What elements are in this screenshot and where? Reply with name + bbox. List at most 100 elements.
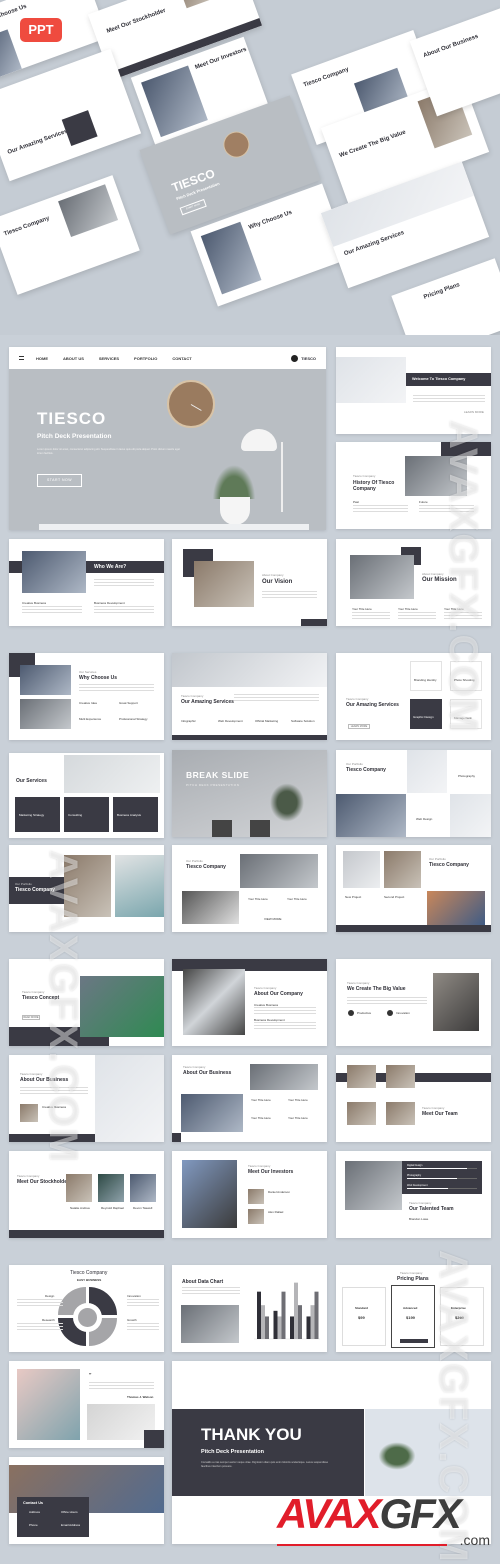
collage-preview: Why Choose Us Meet Our Stockholder Our A… bbox=[0, 0, 500, 335]
col-title: Your Title Here bbox=[287, 897, 307, 901]
nav-about[interactable]: ABOUT US bbox=[63, 356, 84, 361]
person-photo bbox=[248, 1209, 264, 1224]
slide-kicker: About Company bbox=[262, 573, 284, 577]
slide-photo bbox=[194, 561, 254, 607]
why-choose-slide: Our Services Why Choose Us Creative Idea… bbox=[9, 653, 164, 740]
service-card: Branding Identity bbox=[410, 661, 442, 691]
slide-kicker: Tiesco Company bbox=[346, 697, 369, 701]
plan-name: Advanced bbox=[403, 1306, 418, 1310]
hero-body: Lorem ipsum dolor sit amet, consectetur … bbox=[37, 448, 180, 455]
vision-slide: About Company Our Vision bbox=[172, 539, 327, 626]
bottom-bar bbox=[172, 735, 327, 740]
body-text bbox=[352, 612, 390, 620]
service-title: Software Solution bbox=[291, 719, 315, 723]
slide-photo bbox=[17, 1369, 80, 1440]
watermark-logo: AVAXGFX .com bbox=[277, 1490, 492, 1548]
brand-logo: TIESCO bbox=[291, 354, 316, 362]
slide-title: Our Services bbox=[16, 778, 47, 784]
col-title: Past bbox=[353, 500, 360, 504]
slide-title: Tiesco Company bbox=[3, 215, 51, 238]
slide-title: Our Talented Team bbox=[409, 1206, 454, 1212]
clock-icon bbox=[219, 127, 254, 162]
contact-address: Address bbox=[29, 1510, 41, 1514]
stockholder-slide: Tiesco Company Meet Our Stockholder Nata… bbox=[9, 1151, 164, 1238]
body-text bbox=[347, 997, 427, 1005]
nav-services[interactable]: SERVICES bbox=[99, 356, 119, 361]
nav-contact[interactable]: CONTACT bbox=[172, 356, 191, 361]
body-text bbox=[79, 684, 154, 692]
slide-photo bbox=[182, 1160, 237, 1228]
slide-photo bbox=[95, 1055, 164, 1142]
slide-title: About Our Company bbox=[254, 991, 303, 997]
lamp-pole bbox=[281, 442, 283, 512]
slide-photo bbox=[177, 0, 215, 9]
slide-title: Tiesco Company bbox=[302, 66, 350, 89]
view-more-link[interactable]: VIEW MORE bbox=[264, 917, 282, 921]
bar-2-2 bbox=[277, 1316, 282, 1339]
slide-kicker: Tiesco Company bbox=[183, 1065, 206, 1069]
slide-kicker: Tiesco Company bbox=[254, 986, 277, 990]
skill-label: Photography bbox=[407, 1174, 422, 1177]
slide-kicker: Tiesco Company bbox=[353, 474, 376, 478]
learn-more-button[interactable]: LEARN MORE bbox=[348, 724, 370, 729]
talent-slide: Digital Design Photography Web Development… bbox=[336, 1151, 491, 1238]
slide-title: We Create The Big Value bbox=[347, 986, 406, 992]
check-icon bbox=[387, 1010, 393, 1016]
slide-photo bbox=[433, 973, 479, 1031]
body-text bbox=[17, 1323, 63, 1331]
check-icon bbox=[348, 1010, 354, 1016]
select-plan-button[interactable] bbox=[400, 1339, 428, 1343]
slide-photo bbox=[182, 891, 239, 924]
watermark-red-text: AVAX bbox=[277, 1490, 381, 1537]
col-title: Your Title Here bbox=[248, 897, 268, 901]
bar-4-3 bbox=[314, 1291, 319, 1339]
slide-title: Why Choose Us bbox=[79, 675, 118, 681]
body-text bbox=[182, 1287, 240, 1295]
start-now-button[interactable]: START NOW bbox=[37, 474, 82, 487]
user-icon bbox=[78, 1308, 97, 1327]
service-card: Marketing Strategy bbox=[15, 797, 60, 832]
cycle-slide: Tiesco Company EASY BUSINESS Design Inno… bbox=[9, 1265, 164, 1352]
portfolio-title: Photography bbox=[458, 774, 476, 778]
slide-kicker: Tiesco Company bbox=[17, 1174, 40, 1178]
team-photo bbox=[347, 1102, 376, 1125]
cycle-label: Innovation bbox=[127, 1294, 141, 1298]
portfolio-slide-1: Our Portfolio Tiesco Company Photography… bbox=[336, 750, 491, 837]
bar-1-1 bbox=[257, 1291, 261, 1339]
slide-photo bbox=[240, 854, 318, 888]
slide-kicker: Tiesco Company bbox=[248, 1164, 271, 1168]
plan-card: Standard $99 bbox=[342, 1287, 386, 1346]
ppt-badge: PPT bbox=[20, 18, 62, 42]
plant-image bbox=[209, 459, 259, 499]
slide-title: Meet Our Stockholder bbox=[17, 1179, 69, 1185]
plan-name: Standard bbox=[355, 1306, 369, 1310]
body-text bbox=[22, 606, 82, 614]
menu-icon[interactable] bbox=[19, 356, 24, 360]
slide-title: Welcome To Tiesco Company bbox=[412, 377, 466, 381]
slide-photo bbox=[115, 855, 164, 917]
chair-image bbox=[212, 820, 232, 837]
person-name: Reynold Raphael bbox=[101, 1206, 125, 1210]
watermark-dark-text: GFX bbox=[379, 1490, 461, 1537]
body-text bbox=[17, 1299, 63, 1307]
slide-photo bbox=[141, 65, 208, 138]
skill-label: Digital Design bbox=[407, 1164, 423, 1167]
person-photo bbox=[130, 1174, 156, 1202]
person-photo bbox=[66, 1174, 92, 1202]
slide-kicker: Tiesco Company bbox=[347, 981, 370, 985]
nav-portfolio[interactable]: PORTFOLIO bbox=[134, 356, 157, 361]
big-value-slide: Tiesco Company We Create The Big Value P… bbox=[336, 959, 491, 1046]
clock-icon bbox=[167, 380, 215, 428]
service-card-active: Graphic Design bbox=[410, 699, 442, 729]
hero-slide: HOME ABOUT US SERVICES PORTFOLIO CONTACT… bbox=[9, 347, 326, 530]
body-text: Convallis a cras semper auctor neque vit… bbox=[201, 1461, 329, 1468]
learn-more-link[interactable]: LEARN MORE bbox=[464, 410, 484, 414]
team-photo bbox=[347, 1065, 376, 1088]
who-slide: Who We Are? Creative Business Business D… bbox=[9, 539, 164, 626]
read-more-button[interactable]: READ MORE bbox=[22, 1015, 40, 1020]
nav-home[interactable]: HOME bbox=[36, 356, 48, 361]
item-title: Your Title Here bbox=[288, 1116, 308, 1120]
plan-price: $99 bbox=[358, 1315, 365, 1320]
slide-photo bbox=[181, 1094, 243, 1132]
body-text bbox=[94, 579, 154, 587]
